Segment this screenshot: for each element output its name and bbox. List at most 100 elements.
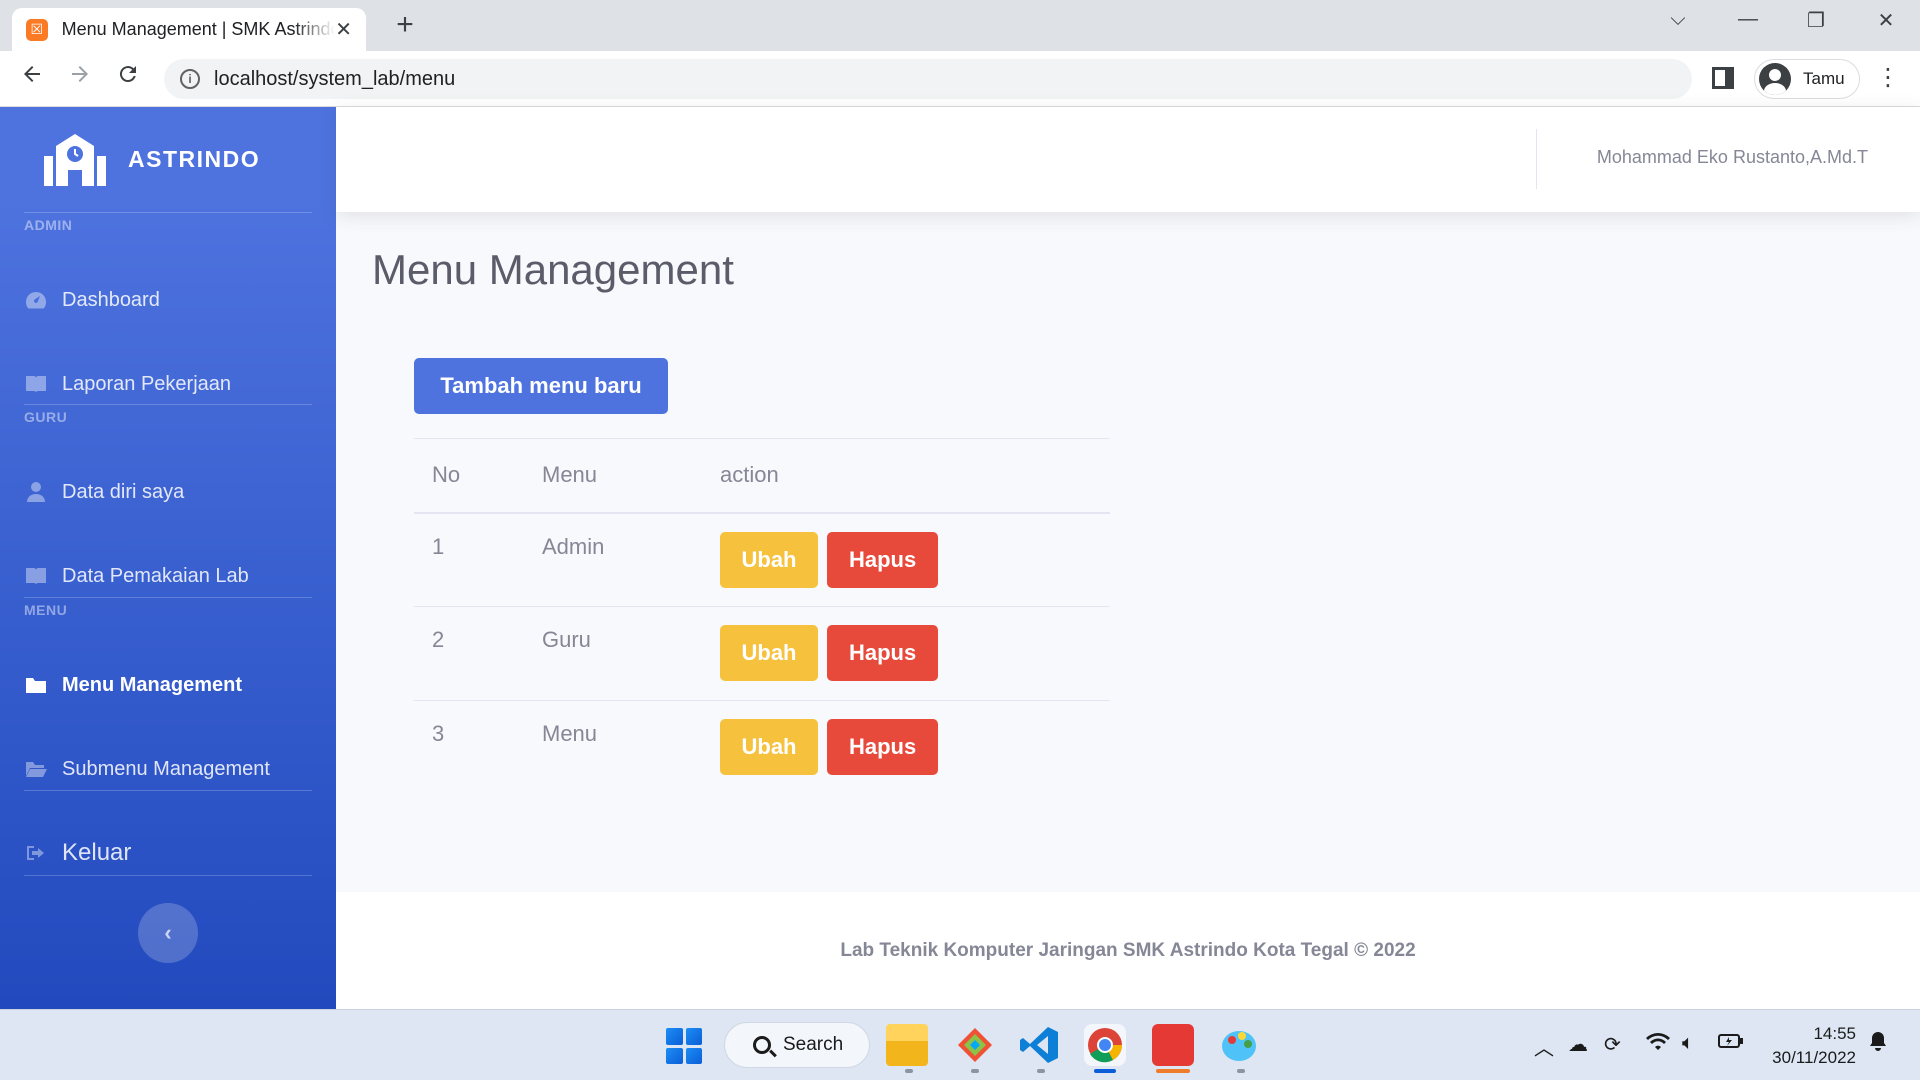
notification-icon[interactable] <box>1868 1030 1888 1058</box>
sidebar-item-keluar[interactable]: Keluar <box>24 833 324 873</box>
cell-no: 2 <box>414 606 524 701</box>
wifi-icon[interactable] <box>1646 1032 1670 1058</box>
xampp-app-icon[interactable] <box>1152 1024 1194 1066</box>
sidebar-item-data-pemakaian-lab[interactable]: Data Pemakaian Lab <box>24 556 324 596</box>
browser-toolbar: i localhost/system_lab/menu Tamu ⋮ <box>0 51 1920 107</box>
footer: Lab Teknik Komputer Jaringan SMK Astrind… <box>336 892 1920 1009</box>
sidebar-item-label: Data Pemakaian Lab <box>62 564 249 587</box>
profile-button[interactable]: Tamu <box>1754 59 1860 99</box>
column-header-action: action <box>702 438 1110 514</box>
sidebar-item-label: Submenu Management <box>62 757 270 780</box>
table-header-row: No Menu action <box>414 438 1110 514</box>
more-menu-icon[interactable]: ⋮ <box>1876 63 1900 92</box>
system-clock[interactable]: 14:55 30/11/2022 <box>1772 1022 1856 1070</box>
forward-button[interactable] <box>62 61 98 97</box>
profile-name: Tamu <box>1803 69 1845 88</box>
running-indicator <box>1237 1069 1245 1073</box>
delete-button[interactable]: Hapus <box>827 719 939 775</box>
battery-icon[interactable] <box>1718 1032 1744 1055</box>
cell-no: 3 <box>414 700 524 795</box>
main-content: Menu Management Tambah menu baru No Menu… <box>336 212 1920 892</box>
cell-menu: Admin <box>524 512 702 607</box>
git-kraken-icon[interactable] <box>954 1024 996 1066</box>
sidebar-toggle-button[interactable]: ‹ <box>138 903 198 963</box>
sidebar-item-label: Data diri saya <box>62 480 185 503</box>
chrome-icon[interactable] <box>1084 1024 1126 1066</box>
sidebar-item-submenu-management[interactable]: Submenu Management <box>24 749 324 789</box>
sidebar-divider <box>24 875 312 876</box>
windows-start-icon[interactable] <box>666 1028 702 1064</box>
reload-button[interactable] <box>110 61 146 97</box>
table-row: 2 Guru Ubah Hapus <box>414 606 1110 701</box>
running-indicator <box>1037 1069 1045 1073</box>
tab-close-icon[interactable]: ✕ <box>335 17 352 42</box>
cell-action: Ubah Hapus <box>702 700 1110 795</box>
sidebar-item-laporan-pekerjaan[interactable]: Laporan Pekerjaan <box>24 364 324 404</box>
table-row: 3 Menu Ubah Hapus <box>414 700 1110 795</box>
sidebar-item-label: Laporan Pekerjaan <box>62 372 232 395</box>
reload-icon <box>119 66 136 83</box>
restore-button[interactable]: ❐ <box>1796 8 1836 33</box>
menu-table: No Menu action 1 Admin Ubah Hapus 2 Guru <box>414 438 1110 795</box>
sidebar-divider <box>24 790 312 791</box>
side-panel-icon[interactable] <box>1712 67 1734 89</box>
cell-action: Ubah Hapus <box>702 512 1110 607</box>
active-indicator <box>1094 1069 1116 1073</box>
taskbar-search[interactable]: Search <box>724 1022 870 1068</box>
address-bar[interactable]: i localhost/system_lab/menu <box>164 59 1692 99</box>
page-title: Menu Management <box>372 246 734 293</box>
tab-search-icon[interactable]: ⌵ <box>1658 8 1698 31</box>
cell-menu: Menu <box>524 700 702 795</box>
clock-time: 14:55 <box>1813 1024 1856 1043</box>
sidebar-brand[interactable]: ASTRINDO <box>0 107 336 212</box>
edit-button[interactable]: Ubah <box>720 531 818 588</box>
volume-icon[interactable]: 🔈︎ <box>1682 1032 1694 1055</box>
back-button[interactable] <box>14 61 50 97</box>
footer-copyright: Lab Teknik Komputer Jaringan SMK Astrind… <box>840 940 1416 961</box>
running-indicator <box>905 1069 913 1073</box>
running-indicator <box>1156 1069 1190 1073</box>
sidebar-divider <box>24 212 312 213</box>
sidebar-item-menu-management[interactable]: Menu Management <box>24 665 324 705</box>
school-icon <box>42 132 108 188</box>
avatar-icon <box>1759 63 1791 95</box>
minimize-button[interactable]: — <box>1728 8 1768 31</box>
vscode-icon[interactable] <box>1018 1024 1060 1066</box>
window-close-button[interactable]: ✕ <box>1866 8 1906 33</box>
xampp-favicon-icon: ☒ <box>26 18 48 41</box>
sidebar-item-label: Keluar <box>62 839 132 866</box>
info-icon[interactable]: i <box>180 69 200 89</box>
add-menu-button[interactable]: Tambah menu baru <box>414 358 668 414</box>
column-header-no: No <box>414 438 524 514</box>
user-dropdown[interactable]: Mohammad Eko Rustanto,A.Md.T <box>1597 147 1868 168</box>
folder-open-icon <box>24 760 48 778</box>
onedrive-cloud-icon[interactable]: ☁ <box>1568 1032 1588 1057</box>
table-row: 1 Admin Ubah Hapus <box>414 512 1110 607</box>
topbar-divider <box>1536 129 1537 189</box>
search-icon <box>753 1036 771 1054</box>
sidebar-item-label: Menu Management <box>62 673 243 696</box>
book-icon <box>24 567 48 585</box>
chevron-up-icon[interactable]: ︿ <box>1534 1032 1554 1061</box>
chevron-left-icon: ‹ <box>164 920 172 945</box>
sync-icon[interactable]: ⟳ <box>1604 1032 1621 1057</box>
new-tab-button[interactable]: + <box>390 9 420 41</box>
sidebar-item-label: Dashboard <box>62 288 160 311</box>
column-header-menu: Menu <box>524 438 702 514</box>
edit-button[interactable]: Ubah <box>720 719 818 775</box>
sidebar-heading-guru: GURU <box>24 409 68 425</box>
book-icon <box>24 375 48 393</box>
paint-icon[interactable] <box>1218 1024 1260 1066</box>
file-explorer-icon[interactable] <box>886 1024 928 1066</box>
browser-tab[interactable]: ☒ Menu Management | SMK Astrindo ✕ <box>12 8 366 51</box>
delete-button[interactable]: Hapus <box>827 531 939 588</box>
url-text[interactable]: localhost/system_lab/menu <box>214 68 455 91</box>
cell-action: Ubah Hapus <box>702 606 1110 701</box>
windows-taskbar: Search ︿ ☁ ⟳ 🔈︎ 14:55 30/11/2022 <box>0 1009 1920 1080</box>
sidebar-divider <box>24 597 312 598</box>
sidebar-item-data-diri-saya[interactable]: Data diri saya <box>24 472 324 512</box>
cell-menu: Guru <box>524 606 702 701</box>
delete-button[interactable]: Hapus <box>827 625 939 681</box>
edit-button[interactable]: Ubah <box>720 625 818 681</box>
sidebar-item-dashboard[interactable]: Dashboard <box>24 280 324 320</box>
